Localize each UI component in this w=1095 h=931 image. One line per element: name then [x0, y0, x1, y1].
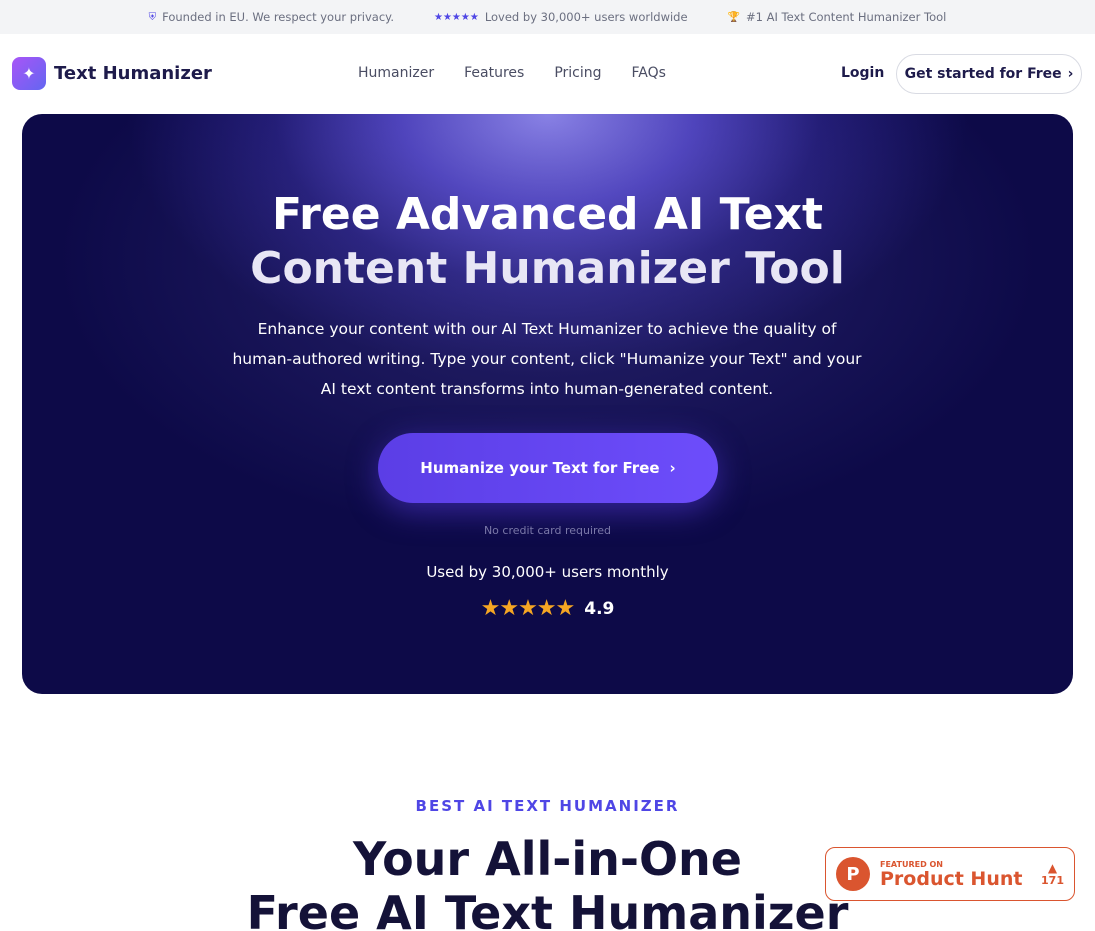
rating: ★★★★★ 4.9 [22, 596, 1073, 621]
stars-icon: ★★★★★ [433, 11, 479, 23]
upvote-icon: ▲ [1047, 860, 1058, 875]
privacy-text: Founded in EU. We respect your privacy. [162, 10, 394, 24]
award-text: #1 AI Text Content Humanizer Tool [746, 10, 947, 24]
rating-stars-icon: ★★★★★ [480, 596, 576, 621]
no-credit-card-note: No credit card required [483, 524, 612, 537]
hero-title-line2: Content Humanizer Tool [250, 243, 845, 294]
product-hunt-votes: ▲ 171 [1041, 862, 1064, 887]
nav-link-humanizer[interactable]: Humanizer [358, 65, 434, 81]
announcement-bar: ⛨ Founded in EU. We respect your privacy… [0, 0, 1095, 34]
hero-title: Free Advanced AI Text Content Humanizer … [22, 188, 1073, 296]
brand-name: Text Humanizer [54, 63, 212, 84]
section-eyebrow: BEST AI TEXT HUMANIZER [415, 797, 680, 815]
get-started-button[interactable]: Get started for Free › [896, 54, 1082, 94]
nav-links: Humanizer Features Pricing FAQs [358, 65, 666, 81]
privacy-notice: ⛨ Founded in EU. We respect your privacy… [149, 10, 394, 24]
hero-title-line1: Free Advanced AI Text [271, 189, 824, 240]
humanize-cta-button[interactable]: Humanize your Text for Free › [378, 433, 718, 503]
nav-link-features[interactable]: Features [464, 65, 524, 81]
humanize-cta-label: Humanize your Text for Free [420, 459, 660, 477]
vote-count: 171 [1041, 873, 1064, 887]
hero-subtitle: Enhance your content with our AI Text Hu… [232, 320, 862, 398]
nav-link-pricing[interactable]: Pricing [554, 65, 601, 81]
chevron-right-icon: › [1067, 66, 1074, 82]
shield-icon: ⛨ [148, 11, 157, 23]
used-by-text: Used by 30,000+ users monthly [426, 563, 669, 581]
product-hunt-big-text: Product Hunt [880, 867, 1023, 890]
chevron-right-icon: › [669, 459, 676, 477]
magic-wand-icon: ✦ [12, 57, 46, 90]
rating-score: 4.9 [584, 598, 615, 619]
get-started-label: Get started for Free [904, 66, 1062, 82]
award-notice: 🏆 #1 AI Text Content Humanizer Tool [728, 10, 947, 24]
users-notice: ★★★★★ Loved by 30,000+ users worldwide [434, 10, 688, 24]
product-hunt-logo-icon: P [836, 857, 870, 891]
trophy-icon: 🏆 [727, 11, 741, 23]
hero-section: Free Advanced AI Text Content Humanizer … [22, 114, 1073, 694]
users-text: Loved by 30,000+ users worldwide [484, 10, 688, 24]
login-link[interactable]: Login [841, 65, 884, 81]
main-nav: ✦ Text Humanizer Humanizer Features Pric… [0, 34, 1095, 114]
nav-link-faqs[interactable]: FAQs [632, 65, 666, 81]
product-hunt-text: FEATURED ON Product Hunt [880, 860, 1022, 889]
product-hunt-badge[interactable]: P FEATURED ON Product Hunt ▲ 171 [825, 847, 1075, 901]
brand-logo[interactable]: ✦ Text Humanizer [12, 57, 212, 90]
